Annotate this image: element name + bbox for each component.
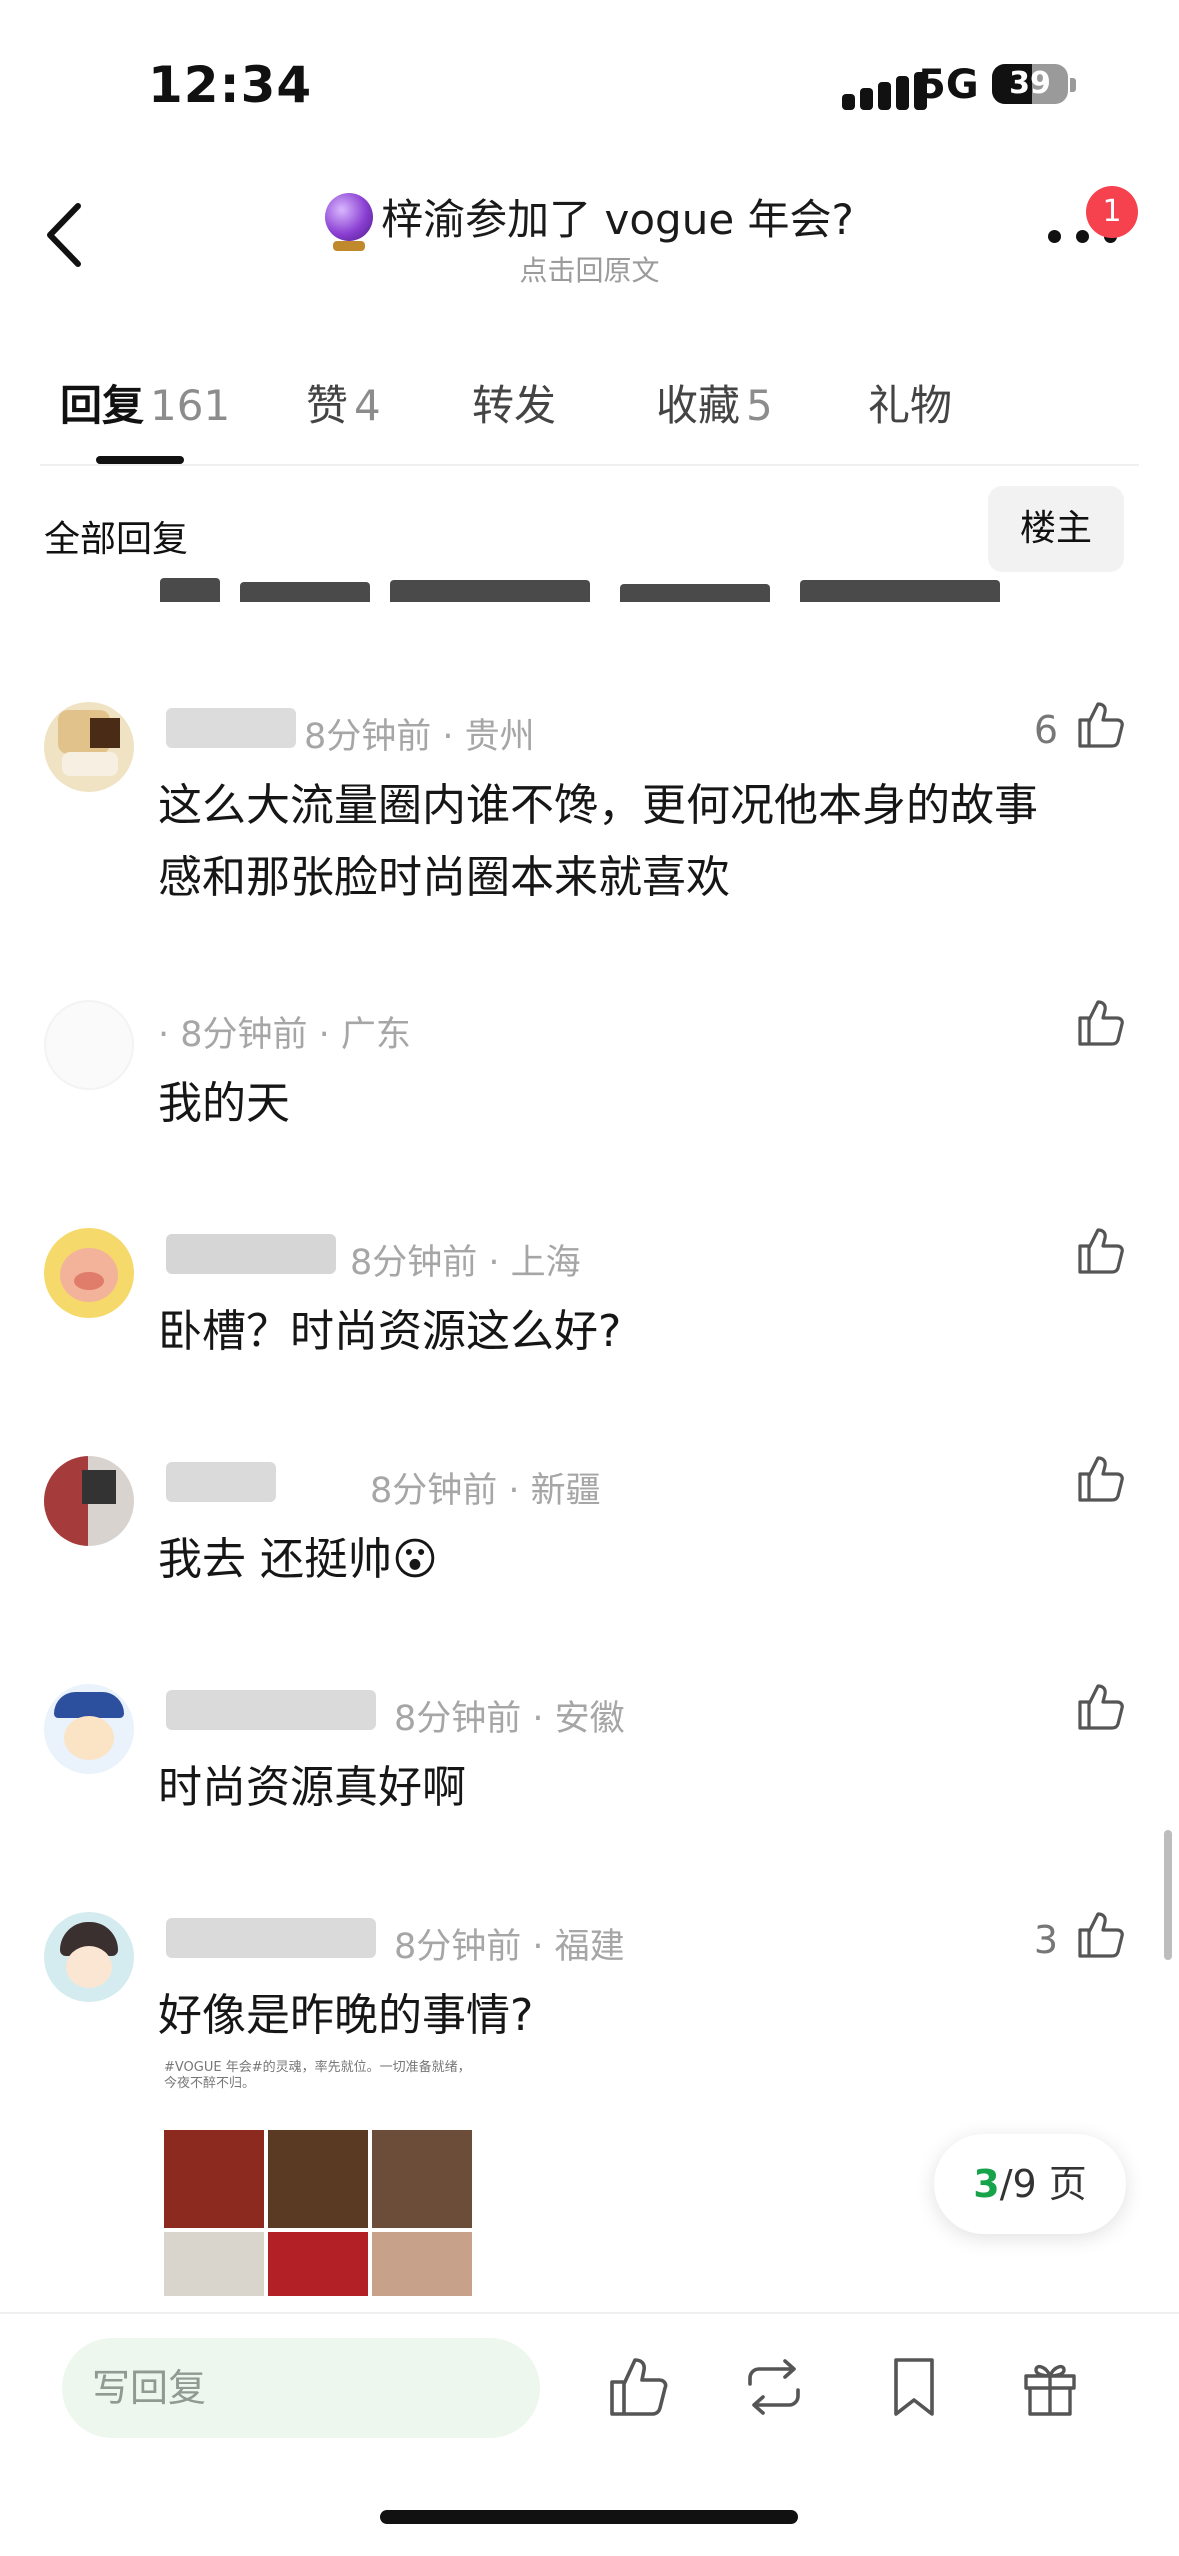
post-title-text: 梓渝参加了 vogue 年会? — [381, 195, 854, 244]
comment-line: 这么大流量圈内谁不馋，更何况他本身的故事 — [158, 780, 1038, 831]
back-to-original-link[interactable]: 点击回原文 — [200, 249, 979, 289]
bookmark-button[interactable] — [882, 2354, 946, 2420]
avatar[interactable] — [44, 1456, 134, 1546]
post-header[interactable]: 梓渝参加了 vogue 年会? 点击回原文 — [200, 186, 979, 289]
comment-text: 这么大流量圈内谁不馋，更何况他本身的故事 感和那张脸时尚圈本来就喜欢 — [158, 770, 1118, 914]
page-indicator[interactable]: 3/9 页 — [934, 2134, 1126, 2234]
comment-line: 感和那张脸时尚圈本来就喜欢 — [158, 852, 730, 903]
tab-label: 赞 — [306, 381, 349, 430]
username-redacted[interactable] — [166, 1918, 376, 1958]
thumbs-up-icon[interactable] — [1074, 1680, 1126, 1732]
username-redacted[interactable] — [166, 1462, 276, 1502]
tab-active-indicator — [96, 456, 184, 464]
thumbs-up-icon[interactable] — [1074, 1224, 1126, 1276]
gift-button[interactable] — [1018, 2354, 1082, 2420]
comment-text: 卧槽？时尚资源这么好? — [158, 1306, 622, 1357]
thumbs-up-icon[interactable] — [1074, 996, 1126, 1048]
thumbs-up-icon[interactable] — [1074, 698, 1126, 750]
comment-meta: 8分钟前 · 上海 — [350, 1243, 581, 1283]
comment-meta: 8分钟前 · 安徽 — [394, 1699, 625, 1739]
username-redacted[interactable] — [166, 1690, 376, 1730]
comment-meta: 8分钟前 · 贵州 — [304, 717, 535, 757]
notification-badge: 1 — [1086, 186, 1138, 238]
current-page: 3 — [973, 2162, 1000, 2206]
post-title: 梓渝参加了 vogue 年会? — [325, 186, 854, 251]
comment-meta: · 8分钟前 · 广东 — [158, 1015, 411, 1055]
battery-tip — [1070, 78, 1076, 92]
home-indicator — [380, 2510, 798, 2524]
thumbs-up-icon[interactable] — [1074, 1908, 1126, 1960]
photo-thumbnail — [268, 2130, 368, 2228]
comment-meta: 8分钟前 · 新疆 — [370, 1471, 601, 1511]
avatar[interactable] — [44, 1228, 134, 1318]
previous-comment-cutoff — [160, 574, 1040, 602]
tab-label: 转发 — [472, 381, 557, 430]
attachment-caption: #VOGUE 年会#的灵魂，率先就位。一切准备就绪，今夜不醉不归。 — [164, 2060, 471, 2091]
comment-text: 我去 还挺帅😮 — [158, 1534, 438, 1585]
photo-thumbnail — [372, 2130, 472, 2228]
crystal-ball-icon — [325, 192, 374, 251]
tab-label: 收藏 — [656, 381, 741, 430]
total-pages: /9 页 — [999, 2162, 1087, 2206]
tab-reposts[interactable]: 转发 — [472, 372, 562, 433]
photo-thumbnail — [164, 2232, 264, 2296]
like-count: 3 — [1033, 1918, 1058, 1962]
status-time: 12:34 — [148, 56, 313, 114]
tab-label: 礼物 — [868, 381, 953, 430]
tab-count: 161 — [150, 381, 231, 430]
photo-thumbnail — [268, 2232, 368, 2296]
chevron-left-icon — [47, 203, 81, 267]
username-redacted[interactable] — [166, 1234, 336, 1274]
username-redacted[interactable] — [166, 708, 296, 748]
tab-likes[interactable]: 赞4 — [306, 372, 381, 433]
comment-meta: 8分钟前 · 福建 — [394, 1927, 625, 1967]
like-post-button[interactable] — [606, 2354, 670, 2420]
owner-only-button[interactable]: 楼主 — [988, 486, 1124, 572]
avatar[interactable] — [44, 702, 134, 792]
comment-text: 好像是昨晚的事情? — [158, 1990, 534, 2041]
repost-button[interactable] — [742, 2354, 806, 2420]
tab-replies[interactable]: 回复 161 — [60, 372, 230, 433]
avatar[interactable] — [44, 1000, 134, 1090]
tab-gifts[interactable]: 礼物 — [868, 372, 958, 433]
network-type: 5G — [918, 62, 979, 108]
comment-text: 时尚资源真好啊 — [158, 1762, 466, 1813]
comment-image-attachment[interactable]: #VOGUE 年会#的灵魂，率先就位。一切准备就绪，今夜不醉不归。 — [160, 2058, 476, 2296]
reply-input[interactable]: 写回复 — [62, 2338, 540, 2438]
tab-count: 4 — [354, 381, 381, 430]
like-count: 6 — [1033, 708, 1058, 752]
tab-count: 5 — [746, 381, 773, 430]
scrollbar[interactable] — [1164, 1830, 1172, 1960]
thumbs-up-icon[interactable] — [1074, 1452, 1126, 1504]
avatar[interactable] — [44, 1684, 134, 1774]
tab-favorites[interactable]: 收藏 5 — [656, 372, 773, 433]
tabs-divider — [40, 464, 1139, 466]
battery-icon: 39 — [992, 64, 1068, 104]
battery-level: 39 — [1009, 66, 1051, 101]
bottom-divider — [0, 2312, 1179, 2314]
photo-thumbnail — [164, 2130, 264, 2228]
photo-thumbnail — [372, 2232, 472, 2296]
signal-icon — [842, 72, 930, 110]
avatar[interactable] — [44, 1912, 134, 2002]
back-button[interactable] — [36, 200, 96, 270]
all-replies-label: 全部回复 — [44, 519, 189, 560]
comment-text: 我的天 — [158, 1078, 290, 1129]
tab-label: 回复 — [60, 381, 145, 430]
